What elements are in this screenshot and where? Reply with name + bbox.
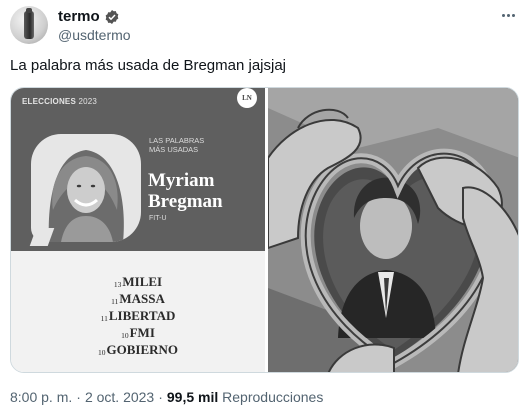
list-item: 11LIBERTAD <box>11 307 265 324</box>
tweet-footer: 8:00 p. m. · 2 oct. 2023 · 99,5 mil Repr… <box>10 389 323 405</box>
view-count: 99,5 mil <box>166 389 219 405</box>
word-label: GOBIERNO <box>106 342 178 357</box>
section-year: 2023 <box>78 97 98 106</box>
display-name[interactable]: termo <box>58 8 100 25</box>
portrait-bubble <box>31 134 141 242</box>
news-card-image: ELECCIONES 2023 LN LAS PALABRAS MÁS USAD… <box>11 88 265 372</box>
word-count: 13 <box>113 280 122 289</box>
more-options-icon[interactable] <box>497 6 519 24</box>
word-count: 11 <box>100 314 108 323</box>
avatar[interactable] <box>10 6 48 44</box>
list-item: 13MILEI <box>11 273 265 290</box>
verified-badge-icon <box>105 9 119 24</box>
word-count: 10 <box>121 331 129 340</box>
word-list: 13MILEI 11MASSA 11LIBERTAD 10FMI 10GOBIE… <box>11 273 265 358</box>
tweet-date[interactable]: 2 oct. 2023 <box>85 389 154 405</box>
card-section: ELECCIONES 2023 <box>22 97 97 106</box>
tweet-media[interactable]: ELECCIONES 2023 LN LAS PALABRAS MÁS USAD… <box>10 87 519 373</box>
list-item: 10GOBIERNO <box>11 341 265 358</box>
cartoon-meme-image <box>268 88 518 372</box>
thermos-icon <box>24 8 34 39</box>
word-label: MILEI <box>122 274 163 289</box>
word-label: FMI <box>129 325 155 340</box>
ln-logo: LN <box>237 88 257 108</box>
list-item: 11MASSA <box>11 290 265 307</box>
section-label: ELECCIONES <box>22 97 77 106</box>
user-handle[interactable]: @usdtermo <box>58 27 131 43</box>
name-row: termo <box>58 8 120 25</box>
separator: · <box>158 389 163 405</box>
tweet-time[interactable]: 8:00 p. m. <box>10 389 72 405</box>
card-person-name: Myriam Bregman <box>148 170 223 212</box>
card-party: FIT-U <box>149 215 167 222</box>
word-count: 11 <box>111 297 119 306</box>
tweet-text: La palabra más usada de Bregman jajsjaj <box>10 57 286 74</box>
separator: · <box>76 389 81 405</box>
word-label: LIBERTAD <box>108 308 176 323</box>
list-item: 10FMI <box>11 324 265 341</box>
word-count: 10 <box>97 348 106 357</box>
portrait-photo <box>48 150 124 242</box>
cartoon-heart-frame <box>268 88 518 372</box>
word-label: MASSA <box>119 291 165 306</box>
card-subtitle: LAS PALABRAS MÁS USADAS <box>149 136 205 154</box>
views-label: Reproducciones <box>222 389 324 405</box>
tweet-header: termo @usdtermo <box>10 6 519 46</box>
card-header: ELECCIONES 2023 LN LAS PALABRAS MÁS USAD… <box>11 88 265 251</box>
